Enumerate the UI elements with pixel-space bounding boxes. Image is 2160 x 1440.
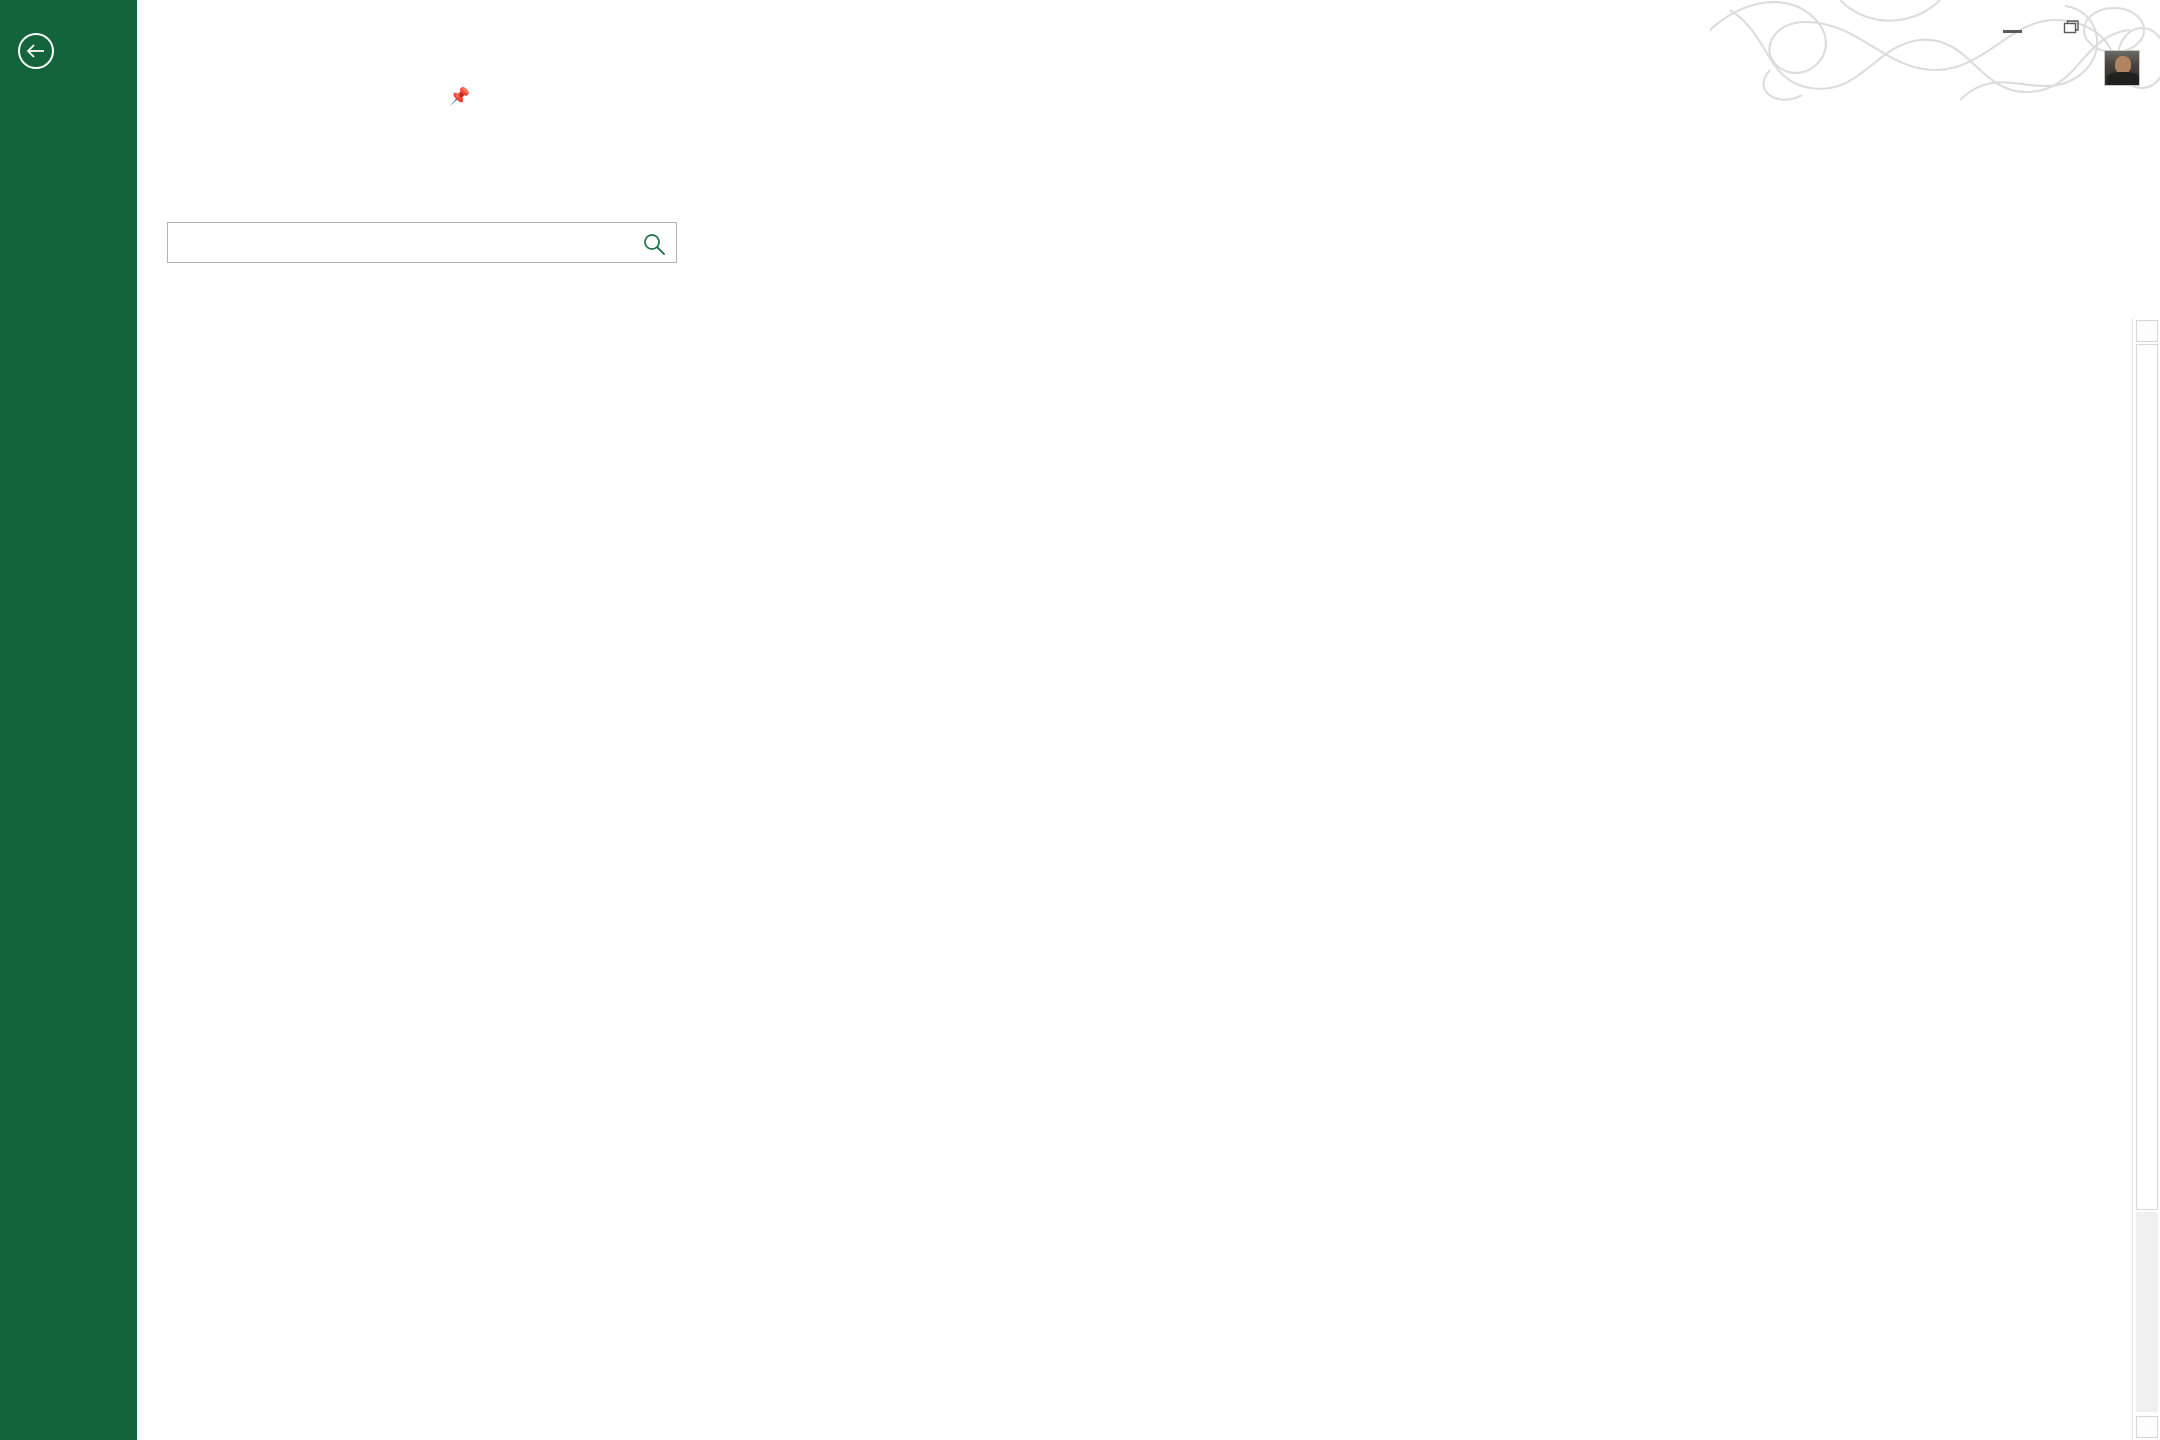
avatar[interactable] <box>2104 50 2140 86</box>
pin-icon[interactable]: 📌 <box>449 87 470 107</box>
title-bar <box>0 0 2160 101</box>
restore-button[interactable] <box>2048 10 2092 44</box>
search-icon <box>644 233 665 255</box>
close-button[interactable] <box>2104 10 2148 44</box>
backstage-main: 📌 <box>137 0 2160 1440</box>
search-button[interactable] <box>638 228 670 259</box>
restore-icon <box>2063 20 2079 34</box>
minimize-button[interactable] <box>1990 10 2034 44</box>
scrollbar-thumb[interactable] <box>2136 344 2158 1210</box>
search-input[interactable] <box>168 223 676 262</box>
template-scrollbar[interactable] <box>2132 318 2160 1440</box>
help-button[interactable] <box>1928 10 1972 44</box>
scrollbar-track[interactable] <box>2136 1212 2158 1412</box>
minimize-icon <box>2002 30 2022 33</box>
scroll-down-button[interactable] <box>2136 1416 2158 1438</box>
backstage-sidebar <box>0 0 137 1440</box>
template-grid-viewport <box>137 318 2123 1440</box>
user-account[interactable] <box>2090 50 2140 86</box>
scroll-up-button[interactable] <box>2136 320 2158 342</box>
search-box <box>167 222 677 263</box>
